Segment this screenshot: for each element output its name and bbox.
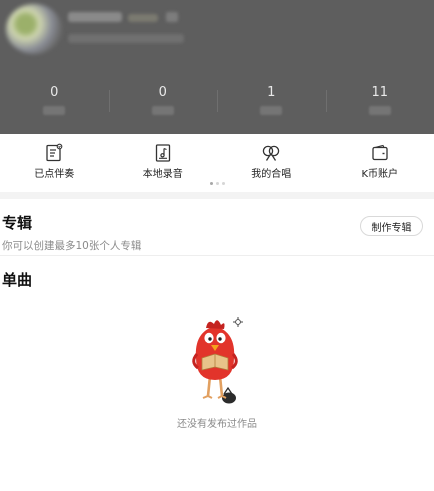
carousel-indicator xyxy=(0,182,434,185)
stat-label-blurred xyxy=(43,106,66,115)
stat-item[interactable]: 1 xyxy=(217,84,326,124)
stat-value: 1 xyxy=(267,85,276,100)
album-description: 你可以创建最多10张个人专辑 xyxy=(2,240,142,252)
music-file-icon xyxy=(155,144,170,162)
stats-row: 0 0 1 11 xyxy=(0,84,434,124)
quick-action-label: 已点伴奏 xyxy=(34,169,75,180)
stat-value: 11 xyxy=(371,85,389,100)
section-separator xyxy=(0,192,434,199)
quick-action-label: 我的合唱 xyxy=(251,169,292,180)
stat-item[interactable]: 0 xyxy=(0,84,109,124)
duet-icon xyxy=(263,145,280,161)
quick-action-label: 本地录音 xyxy=(142,169,183,180)
vip-badge-blurred xyxy=(128,14,158,22)
quick-action-label: K币账户 xyxy=(361,169,399,180)
stat-value: 0 xyxy=(158,85,167,100)
stat-item[interactable]: 0 xyxy=(108,84,218,124)
empty-state-text: 还没有发布过作品 xyxy=(177,419,257,430)
clipboard-note-icon xyxy=(46,143,63,162)
username-blurred xyxy=(68,12,122,22)
profile-header: 0 0 1 11 xyxy=(0,0,434,134)
red-bird-mascot-illustration xyxy=(192,317,243,404)
stat-item[interactable]: 11 xyxy=(325,84,434,124)
profile-subtitle-blurred xyxy=(68,34,184,43)
singles-section-title: 单曲 xyxy=(2,271,33,289)
gender-icon xyxy=(166,12,178,22)
album-section-title: 专辑 xyxy=(2,214,33,232)
divider xyxy=(0,255,434,256)
stat-value: 0 xyxy=(50,85,59,100)
avatar[interactable] xyxy=(6,4,62,54)
carousel-dot xyxy=(215,182,219,185)
carousel-dot xyxy=(221,182,225,185)
stat-label-blurred xyxy=(260,106,283,115)
create-album-button[interactable]: 制作专辑 xyxy=(360,216,423,236)
stat-label-blurred xyxy=(151,106,174,115)
stat-label-blurred xyxy=(368,106,391,115)
wallet-icon xyxy=(372,144,388,161)
carousel-dot xyxy=(209,182,213,185)
